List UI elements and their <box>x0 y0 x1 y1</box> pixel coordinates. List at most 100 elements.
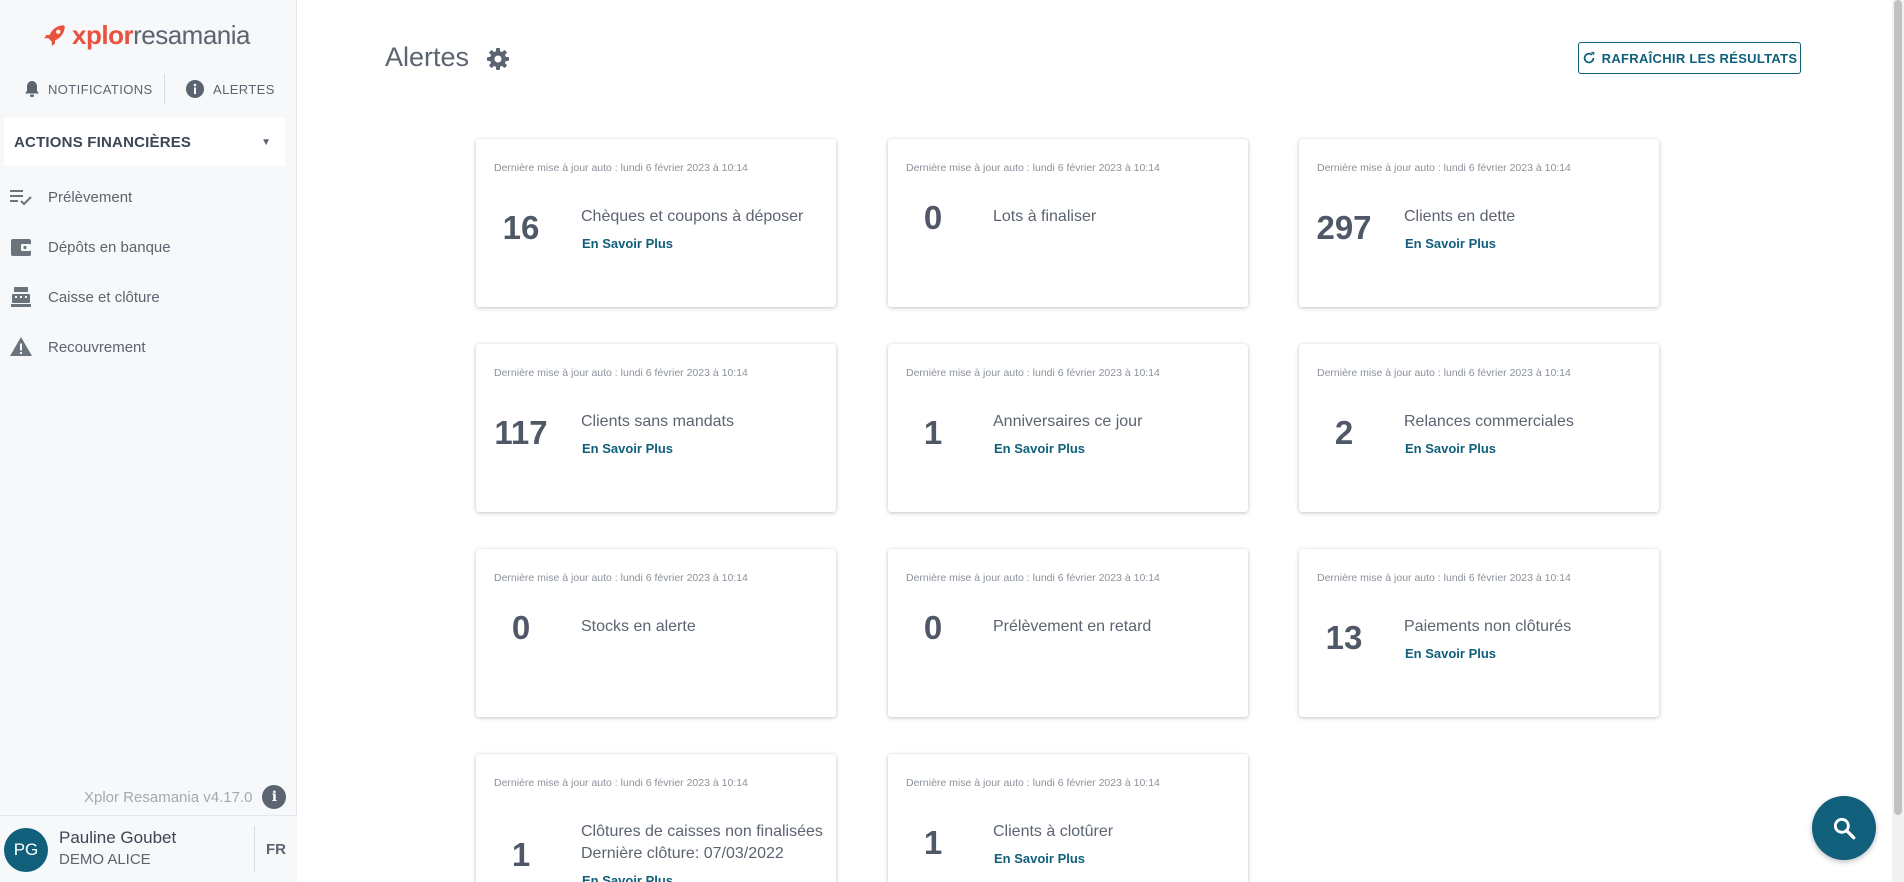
card-count: 2 <box>1334 414 1354 451</box>
alert-card-prelevement-retard: Dernière mise à jour auto : lundi 6 févr… <box>888 549 1248 717</box>
learn-more-link[interactable]: En Savoir Plus <box>994 441 1085 456</box>
card-updated: Dernière mise à jour auto : lundi 6 févr… <box>906 572 1160 584</box>
learn-more-link[interactable]: En Savoir Plus <box>582 236 673 251</box>
alert-card-cheques: Dernière mise à jour auto : lundi 6 févr… <box>476 139 836 307</box>
card-title: Prélèvement en retard <box>993 618 1152 635</box>
logo-wordmark: xplorresamania <box>72 20 250 51</box>
card-updated: Dernière mise à jour auto : lundi 6 févr… <box>906 367 1160 379</box>
card-title: Clients à clotûrer <box>993 823 1114 840</box>
sidebar-menu: Prélèvement Dépôts en banque Caisse et c… <box>0 172 297 372</box>
notifications-label: NOTIFICATIONS <box>48 81 153 97</box>
search-fab-button[interactable] <box>1812 796 1876 860</box>
card-title: Chèques et coupons à déposer <box>581 208 804 225</box>
info-icon <box>186 80 204 98</box>
card-count: 13 <box>1325 619 1363 656</box>
sidebar-item-caisse[interactable]: Caisse et clôture <box>0 272 297 322</box>
cash-register-icon <box>8 284 34 310</box>
checklist-icon <box>8 184 34 210</box>
sidebar-item-label: Caisse et clôture <box>48 288 160 306</box>
version-text: Xplor Resamania v4.17.0 <box>84 788 253 806</box>
sidebar: xplorresamania NOTIFICATIONS ALERTES ACT… <box>0 0 297 882</box>
card-count: 0 <box>923 609 943 646</box>
card-count: 1 <box>923 414 943 451</box>
card-title: Relances commerciales <box>1404 413 1574 430</box>
scrollbar[interactable] <box>1892 0 1904 882</box>
sidebar-item-label: Prélèvement <box>48 188 133 206</box>
alert-card-clients-dette: Dernière mise à jour auto : lundi 6 févr… <box>1299 139 1659 307</box>
bell-icon <box>25 81 39 97</box>
alert-card-anniversaires: Dernière mise à jour auto : lundi 6 févr… <box>888 344 1248 512</box>
learn-more-link[interactable]: En Savoir Plus <box>1405 646 1496 661</box>
caret-down-icon: ▼ <box>261 136 271 148</box>
card-title: Stocks en alerte <box>581 618 696 635</box>
card-count: 0 <box>923 199 943 236</box>
card-title: Lots à finaliser <box>993 208 1097 225</box>
card-subtitle: Dernière clôture: 07/03/2022 <box>581 845 784 862</box>
alert-card-sans-mandats: Dernière mise à jour auto : lundi 6 févr… <box>476 344 836 512</box>
avatar[interactable]: PG <box>4 828 48 872</box>
section-dropdown-label: ACTIONS FINANCIÈRES <box>14 133 192 151</box>
app-root: xplorresamania NOTIFICATIONS ALERTES ACT… <box>0 0 1904 882</box>
user-bar: PG Pauline Goubet DEMO ALICE FR <box>0 815 297 882</box>
sidebar-item-label: Recouvrement <box>48 338 146 356</box>
alerts-link[interactable]: ALERTES <box>185 79 275 99</box>
card-updated: Dernière mise à jour auto : lundi 6 févr… <box>494 777 748 789</box>
card-title: Anniversaires ce jour <box>993 413 1143 430</box>
card-count: 16 <box>502 209 540 246</box>
card-count: 1 <box>511 836 531 873</box>
version-info-icon[interactable]: i <box>262 785 287 809</box>
language-switcher[interactable]: FR <box>266 841 286 858</box>
sidebar-item-recouvrement[interactable]: Recouvrement <box>0 322 297 372</box>
sidebar-item-label: Dépôts en banque <box>48 238 171 256</box>
search-icon <box>1833 817 1856 840</box>
userbar-divider <box>254 826 255 872</box>
logo-part1: xplor <box>72 19 134 50</box>
gear-icon[interactable] <box>486 47 510 76</box>
notifications-link[interactable]: NOTIFICATIONS <box>24 80 153 98</box>
app-logo[interactable]: xplorresamania <box>42 18 250 52</box>
wallet-icon <box>8 234 34 260</box>
warning-icon <box>8 334 34 360</box>
card-updated: Dernière mise à jour auto : lundi 6 févr… <box>906 162 1160 174</box>
topnav-divider <box>164 74 165 104</box>
card-title: Paiements non clôturés <box>1404 618 1572 635</box>
scrollbar-thumb[interactable] <box>1894 0 1902 815</box>
user-organization: DEMO ALICE <box>59 851 151 868</box>
card-updated: Dernière mise à jour auto : lundi 6 févr… <box>1317 162 1571 174</box>
card-title: Clients sans mandats <box>581 413 734 430</box>
rocket-icon <box>44 25 65 46</box>
card-title: Clôtures de caisses non finalisées <box>581 823 823 840</box>
card-count: 117 <box>494 414 548 451</box>
card-updated: Dernière mise à jour auto : lundi 6 févr… <box>1317 367 1571 379</box>
sidebar-item-prelevement[interactable]: Prélèvement <box>0 172 297 222</box>
page-title: Alertes <box>385 42 470 72</box>
logo-part2: resamania <box>133 19 250 50</box>
card-title: Clients en dette <box>1404 208 1516 225</box>
card-updated: Dernière mise à jour auto : lundi 6 févr… <box>494 162 748 174</box>
learn-more-link[interactable]: En Savoir Plus <box>582 873 673 882</box>
version-info: Xplor Resamania v4.17.0 i <box>84 785 287 809</box>
user-name: Pauline Goubet <box>59 828 177 847</box>
alert-card-clotures: Dernière mise à jour auto : lundi 6 févr… <box>476 754 836 882</box>
sidebar-item-depots[interactable]: Dépôts en banque <box>0 222 297 272</box>
section-dropdown[interactable]: ACTIONS FINANCIÈRES ▼ <box>4 118 285 166</box>
card-updated: Dernière mise à jour auto : lundi 6 févr… <box>494 367 748 379</box>
learn-more-link[interactable]: En Savoir Plus <box>1405 441 1496 456</box>
top-nav: NOTIFICATIONS ALERTES <box>0 74 297 104</box>
alerts-label: ALERTES <box>213 81 275 97</box>
card-count: 0 <box>511 609 531 646</box>
learn-more-link[interactable]: En Savoir Plus <box>994 851 1085 866</box>
alert-card-lots: Dernière mise à jour auto : lundi 6 févr… <box>888 139 1248 307</box>
alert-card-paiements: Dernière mise à jour auto : lundi 6 févr… <box>1299 549 1659 717</box>
card-updated: Dernière mise à jour auto : lundi 6 févr… <box>494 572 748 584</box>
card-updated: Dernière mise à jour auto : lundi 6 févr… <box>1317 572 1571 584</box>
card-count: 1 <box>923 824 943 861</box>
refresh-label: RAFRAÎCHIR LES RÉSULTATS <box>1601 50 1798 66</box>
learn-more-link[interactable]: En Savoir Plus <box>582 441 673 456</box>
alert-card-relances: Dernière mise à jour auto : lundi 6 févr… <box>1299 344 1659 512</box>
alert-card-stocks: Dernière mise à jour auto : lundi 6 févr… <box>476 549 836 717</box>
learn-more-link[interactable]: En Savoir Plus <box>1405 236 1496 251</box>
refresh-results-button[interactable]: RAFRAÎCHIR LES RÉSULTATS <box>1578 42 1801 74</box>
alert-card-clients-cloturer: Dernière mise à jour auto : lundi 6 févr… <box>888 754 1248 882</box>
card-updated: Dernière mise à jour auto : lundi 6 févr… <box>906 777 1160 789</box>
